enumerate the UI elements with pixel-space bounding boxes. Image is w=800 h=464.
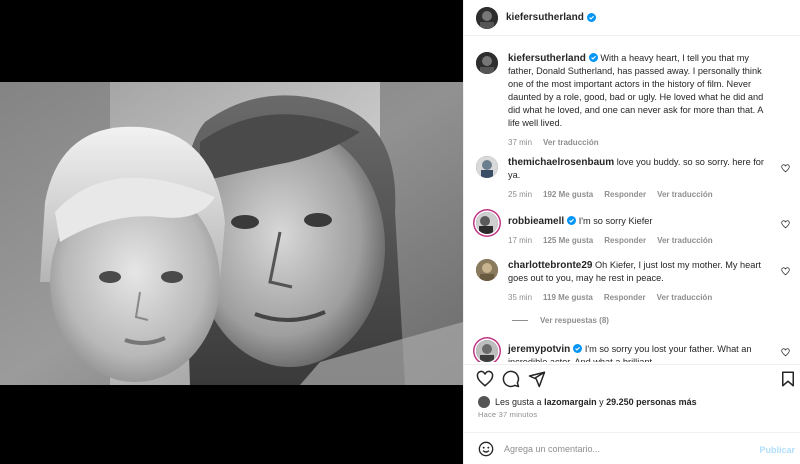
comments-list[interactable]: kiefersutherland With a heavy heart, I t… <box>464 44 800 362</box>
likes-count[interactable]: 29.250 personas más <box>606 397 697 407</box>
avatar[interactable] <box>476 6 498 29</box>
comment-username[interactable]: charlottebronte29 <box>508 260 592 271</box>
likes-middle: y <box>599 397 604 407</box>
translate-link[interactable]: Ver traducción <box>657 234 713 247</box>
post-photo[interactable] <box>0 82 463 385</box>
reply-button[interactable]: Responder <box>604 234 646 247</box>
comment-item: robbieamell I'm so sorry Kiefer 17 min 1… <box>476 212 794 247</box>
liker-avatar[interactable] <box>478 396 490 408</box>
post-header: kiefersutherland <box>464 0 800 36</box>
action-bar <box>464 364 800 392</box>
comment-username[interactable]: themichaelrosenbaum <box>508 157 614 168</box>
publish-button[interactable]: Publicar <box>759 445 795 455</box>
comment-username[interactable]: jeremypotvin <box>508 344 570 355</box>
comment-text: I'm so sorry Kiefer <box>578 216 653 226</box>
avatar[interactable] <box>476 212 498 234</box>
comment-input[interactable] <box>504 443 734 454</box>
header-username[interactable]: kiefersutherland <box>506 12 584 23</box>
verified-icon <box>573 344 583 353</box>
like-comment-heart-icon[interactable] <box>781 267 790 276</box>
share-icon[interactable] <box>528 370 546 388</box>
verified-icon <box>588 53 598 62</box>
avatar[interactable] <box>476 52 498 74</box>
avatar[interactable] <box>476 340 498 362</box>
emoji-icon[interactable] <box>478 441 494 457</box>
comment-item: jeremypotvin I'm so sorry you lost your … <box>476 340 794 362</box>
liker-username[interactable]: lazomargain <box>544 397 597 407</box>
translate-link[interactable]: Ver traducción <box>657 188 713 201</box>
post-media <box>0 0 463 464</box>
comment-username[interactable]: robbieamell <box>508 216 564 227</box>
replies-divider <box>512 320 528 321</box>
add-comment-bar: Publicar <box>464 432 800 464</box>
reply-button[interactable]: Responder <box>604 291 646 304</box>
comment-item: themichaelrosenbaum love you buddy. so s… <box>476 156 794 201</box>
like-comment-heart-icon[interactable] <box>781 348 790 357</box>
caption-time: 37 min <box>508 138 533 147</box>
reply-button[interactable]: Responder <box>604 188 646 201</box>
post-sidebar: kiefersutherland kiefersutherland With a… <box>463 0 800 464</box>
like-comment-heart-icon[interactable] <box>781 220 790 229</box>
post-caption: kiefersutherland With a heavy heart, I t… <box>476 52 794 149</box>
avatar[interactable] <box>476 259 498 281</box>
caption-text: With a heavy heart, I tell you that my f… <box>508 53 764 128</box>
comment-time: 25 min <box>508 190 533 199</box>
view-replies-label: Ver respuestas (8) <box>540 316 609 325</box>
comment-time: 17 min <box>508 236 533 245</box>
caption-translate-link[interactable]: Ver traducción <box>543 136 599 149</box>
heart-icon[interactable] <box>476 370 494 388</box>
post-time: Hace 37 minutos <box>478 410 538 419</box>
like-comment-heart-icon[interactable] <box>781 164 790 173</box>
caption-username[interactable]: kiefersutherland <box>508 53 586 64</box>
comment-likes[interactable]: 192 Me gusta <box>543 188 593 201</box>
comment-item: charlottebronte29 Oh Kiefer, I just lost… <box>476 259 794 304</box>
verified-icon <box>567 216 577 225</box>
likes-summary: Les gusta a lazomargain y 29.250 persona… <box>478 396 697 408</box>
view-replies-button[interactable]: Ver respuestas (8) <box>512 316 609 325</box>
bookmark-icon[interactable] <box>779 370 797 388</box>
comment-time: 35 min <box>508 293 533 302</box>
likes-prefix: Les gusta a <box>495 397 542 407</box>
instagram-post-view: kiefersutherland kiefersutherland With a… <box>0 0 800 464</box>
verified-icon <box>586 13 596 22</box>
comment-likes[interactable]: 119 Me gusta <box>543 291 593 304</box>
comment-likes[interactable]: 125 Me gusta <box>543 234 593 247</box>
comment-icon[interactable] <box>502 370 520 388</box>
translate-link[interactable]: Ver traducción <box>657 291 713 304</box>
avatar[interactable] <box>476 156 498 178</box>
